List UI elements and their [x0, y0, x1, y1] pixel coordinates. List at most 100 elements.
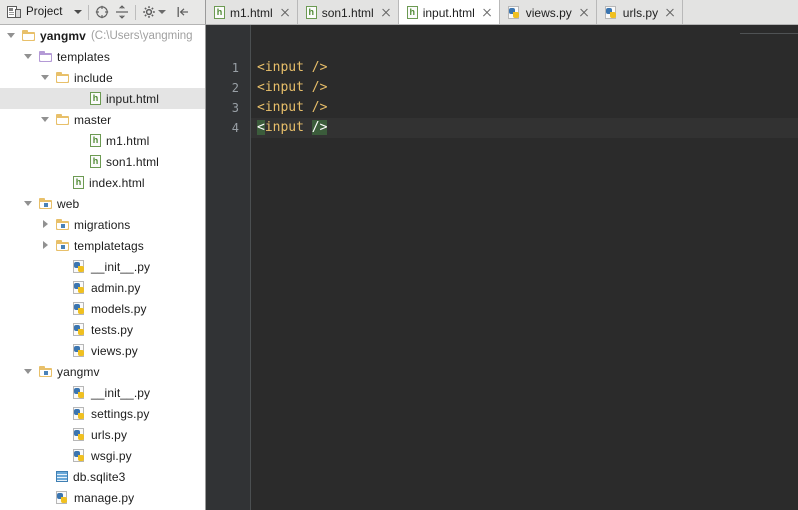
close-icon[interactable] [381, 8, 391, 18]
chevron-down-icon[interactable] [23, 366, 34, 377]
tab-strip-filler [683, 0, 798, 24]
line-number: 2 [231, 81, 239, 95]
editor-tab-input-html[interactable]: h input.html [398, 0, 500, 24]
code-line[interactable]: <input /> [251, 58, 798, 78]
tree-file-row[interactable]: h index.html [0, 172, 205, 193]
code-token: /> [311, 120, 328, 135]
editor-tab-son1-html[interactable]: h son1.html [297, 0, 399, 24]
chevron-down-icon[interactable] [40, 72, 51, 83]
project-tree[interactable]: yangmv (C:\Users\yangming templates include… [0, 25, 206, 510]
tree-item-label: settings.py [91, 406, 150, 421]
tree-item-label: master [74, 112, 112, 127]
html-file-icon: h [214, 6, 225, 19]
python-file-icon [73, 407, 86, 420]
code-line[interactable]: <input /> [251, 78, 798, 98]
tree-file-row[interactable]: views.py [0, 340, 205, 361]
editor-tab-m1-html[interactable]: h m1.html [206, 0, 298, 24]
code-token: < [257, 120, 265, 135]
editor-tab-urls-py[interactable]: urls.py [596, 0, 684, 24]
chevron-right-icon[interactable] [40, 240, 51, 251]
tree-file-row[interactable]: settings.py [0, 403, 205, 424]
chevron-down-icon[interactable] [40, 114, 51, 125]
tree-folder-row[interactable]: templatetags [0, 235, 205, 256]
tree-file-row[interactable]: manage.py [0, 487, 205, 508]
tree-item-label: tests.py [91, 322, 134, 337]
tree-folder-row[interactable]: yangmv [0, 361, 205, 382]
project-title-button[interactable]: Project [5, 2, 85, 22]
package-folder-icon [39, 198, 52, 209]
code-line[interactable]: <input /> [251, 118, 798, 138]
code-token: <input /> [257, 60, 328, 75]
code-token: <input /> [257, 100, 328, 115]
collapse-all-button[interactable] [112, 2, 132, 22]
package-folder-icon [56, 240, 69, 251]
tree-file-row[interactable]: h son1.html [0, 151, 205, 172]
tree-item-label: templatetags [74, 238, 144, 253]
code-editor[interactable]: 1234 <input /> <input /> <input /> <input /… [206, 25, 798, 510]
close-icon[interactable] [280, 8, 290, 18]
settings-chevron-down-icon[interactable] [157, 10, 166, 14]
tree-file-row[interactable]: h m1.html [0, 130, 205, 151]
tree-file-row[interactable]: __init__.py [0, 382, 205, 403]
chevron-right-icon[interactable] [40, 219, 51, 230]
tree-file-row[interactable]: urls.py [0, 424, 205, 445]
scroll-from-source-button[interactable] [92, 2, 112, 22]
tree-item-label: index.html [89, 175, 145, 190]
tree-item-label: migrations [74, 217, 131, 232]
python-file-icon [56, 491, 69, 504]
tree-item-label: templates [57, 49, 110, 64]
python-file-icon [73, 449, 86, 462]
editor-top-divider [740, 33, 798, 34]
chevron-down-icon[interactable] [23, 51, 34, 62]
tree-file-row[interactable]: admin.py [0, 277, 205, 298]
tree-item-label: yangmv [40, 28, 86, 43]
tree-file-row[interactable]: db.sqlite3 [0, 466, 205, 487]
hide-panel-icon [176, 5, 190, 19]
tree-item-label: manage.py [74, 490, 135, 505]
tree-file-row[interactable]: models.py [0, 298, 205, 319]
close-icon[interactable] [482, 8, 492, 18]
chevron-down-icon[interactable] [23, 198, 34, 209]
tree-file-row[interactable]: __init__.py [0, 256, 205, 277]
python-file-icon [73, 323, 86, 336]
tree-file-row[interactable]: h input.html [0, 88, 205, 109]
python-file-icon [73, 281, 86, 294]
tree-folder-row[interactable]: yangmv (C:\Users\yangming [0, 25, 205, 46]
editor-tab-views-py[interactable]: views.py [499, 0, 597, 24]
tree-file-row[interactable]: tests.py [0, 319, 205, 340]
chevron-down-icon[interactable] [73, 10, 82, 14]
folder-icon [39, 51, 52, 62]
tree-folder-row[interactable]: master [0, 109, 205, 130]
toolbar-divider-2 [134, 4, 136, 20]
close-icon[interactable] [579, 8, 589, 18]
folder-icon [56, 114, 69, 125]
tree-folder-row[interactable]: include [0, 67, 205, 88]
tree-folder-row[interactable]: migrations [0, 214, 205, 235]
tree-folder-row[interactable]: templates [0, 46, 205, 67]
code-token: <input /> [257, 80, 328, 95]
database-icon [56, 470, 68, 483]
python-file-icon [73, 428, 86, 441]
settings-button[interactable] [139, 2, 169, 22]
chevron-down-icon[interactable] [6, 30, 17, 41]
python-file-icon [73, 302, 86, 315]
tree-folder-row[interactable]: web [0, 193, 205, 214]
project-panel-title: Project [26, 6, 63, 18]
editor-gutter[interactable]: 1 2 3 4 [206, 25, 250, 510]
code-line[interactable]: <input /> [251, 98, 798, 118]
python-file-icon [507, 6, 521, 19]
editor-tab-label: son1.html [321, 5, 374, 20]
hide-panel-button[interactable] [173, 2, 193, 22]
editor-code-area[interactable]: <input /> <input /> <input /> <input /> [251, 25, 798, 510]
tree-file-row[interactable]: wsgi.py [0, 445, 205, 466]
html-file-icon: h [73, 176, 84, 189]
close-icon[interactable] [665, 8, 675, 18]
